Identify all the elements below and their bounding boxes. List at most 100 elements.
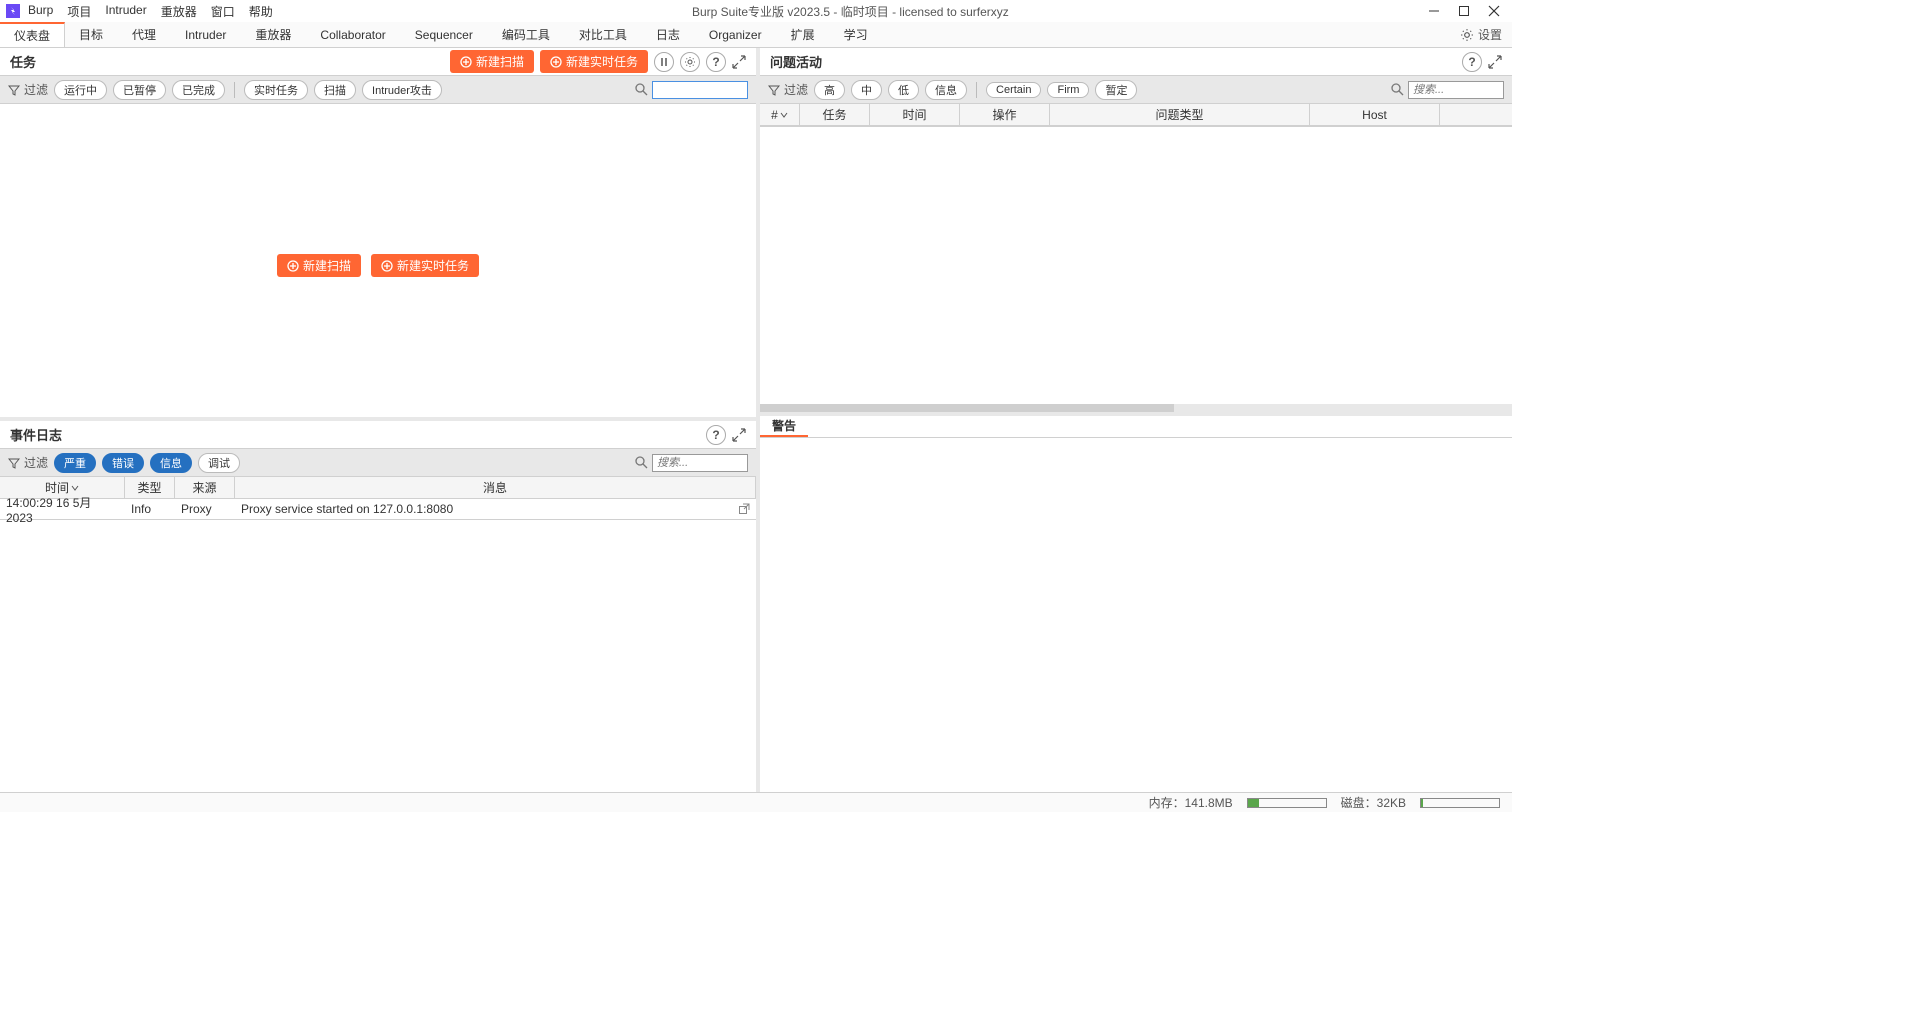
sort-desc-icon [71,484,79,492]
chip-debug[interactable]: 调试 [198,453,240,473]
event-log-search-input[interactable] [652,454,748,472]
col-host[interactable]: Host [1310,104,1440,125]
maximize-button[interactable] [1458,5,1470,17]
menu-repeater[interactable]: 重放器 [161,3,197,20]
settings-label: 设置 [1478,26,1502,43]
event-log-table: 时间 类型 来源 消息 14:00:29 16 5月 2023 Info Pro… [0,477,756,520]
menu-intruder[interactable]: Intruder [105,3,146,20]
app-icon [6,4,20,18]
col-time[interactable]: 时间 [870,104,960,125]
window-controls [1428,5,1506,17]
tasks-settings-button[interactable] [680,52,700,72]
tasks-filter-bar: 过滤 运行中 已暂停 已完成 实时任务 扫描 Intruder攻击 [0,76,756,104]
col-task[interactable]: 任务 [800,104,870,125]
chip-certain[interactable]: Certain [986,82,1041,98]
cell-message: Proxy service started on 127.0.0.1:8080 [235,502,756,516]
issues-search-input[interactable] [1408,81,1504,99]
plus-circle-icon [287,260,299,272]
mem-label: 内存：141.8MB [1149,794,1233,811]
chip-low[interactable]: 低 [888,80,919,100]
chip-paused[interactable]: 已暂停 [113,80,166,100]
tab-decoder[interactable]: 编码工具 [488,22,565,47]
plus-circle-icon [550,56,562,68]
tab-logger[interactable]: 日志 [642,22,695,47]
sort-desc-icon [780,111,788,119]
issues-help-button[interactable]: ? [1462,52,1482,72]
tasks-search-input[interactable] [652,81,748,99]
new-live-label: 新建实时任务 [397,257,469,274]
new-live-task-button-center[interactable]: 新建实时任务 [371,254,479,277]
event-log-filter-label[interactable]: 过滤 [8,454,48,471]
chip-live[interactable]: 实时任务 [244,80,308,100]
chip-medium[interactable]: 中 [851,80,882,100]
col-num[interactable]: # [760,104,800,125]
new-scan-label: 新建扫描 [476,53,524,70]
issues-hscrollbar[interactable] [760,404,1512,412]
new-live-task-button[interactable]: 新建实时任务 [540,50,648,73]
search-icon [1391,83,1404,96]
chip-tentative[interactable]: 暂定 [1095,80,1137,100]
tab-repeater[interactable]: 重放器 [241,22,306,47]
filter-icon [8,457,20,469]
popout-icon[interactable] [738,503,750,515]
issues-thead: # 任务 时间 操作 问题类型 Host [760,104,1512,126]
log-row[interactable]: 14:00:29 16 5月 2023 Info Proxy Proxy ser… [0,499,756,519]
chip-finished[interactable]: 已完成 [172,80,225,100]
tasks-expand-button[interactable] [732,55,746,69]
tab-learn[interactable]: 学习 [830,22,883,47]
chip-scan[interactable]: 扫描 [314,80,356,100]
new-scan-button-center[interactable]: 新建扫描 [277,254,361,277]
divider [976,82,977,98]
tasks-body: 新建扫描 新建实时任务 [0,104,756,417]
tab-sequencer[interactable]: Sequencer [401,22,488,47]
event-log-expand-button[interactable] [732,428,746,442]
col-message[interactable]: 消息 [235,477,756,498]
chip-critical[interactable]: 严重 [54,453,96,473]
settings-button[interactable]: 设置 [1450,22,1512,47]
chip-running[interactable]: 运行中 [54,80,107,100]
disk-gauge [1420,798,1500,808]
menu-bar: Burp 项目 Intruder 重放器 窗口 帮助 [28,3,273,20]
event-log-help-button[interactable]: ? [706,425,726,445]
minimize-button[interactable] [1428,5,1440,17]
issues-filter-label[interactable]: 过滤 [768,81,808,98]
new-scan-button[interactable]: 新建扫描 [450,50,534,73]
col-type[interactable]: 类型 [125,477,175,498]
advisory-tab-warning[interactable]: 警告 [760,416,808,437]
chip-firm[interactable]: Firm [1047,82,1089,98]
col-source[interactable]: 来源 [175,477,235,498]
filter-icon [8,84,20,96]
issues-expand-button[interactable] [1488,55,1502,69]
chip-high[interactable]: 高 [814,80,845,100]
menu-window[interactable]: 窗口 [211,3,235,20]
tab-proxy[interactable]: 代理 [118,22,171,47]
col-issue-type[interactable]: 问题类型 [1050,104,1310,125]
tab-comparer[interactable]: 对比工具 [565,22,642,47]
pause-all-button[interactable] [654,52,674,72]
advisory-panel: 警告 [760,412,1512,792]
tab-intruder[interactable]: Intruder [171,22,241,47]
search-icon [635,456,648,469]
menu-project[interactable]: 项目 [67,3,91,20]
tab-collaborator[interactable]: Collaborator [306,22,400,47]
chip-intruder-attack[interactable]: Intruder攻击 [362,80,442,100]
chip-error[interactable]: 错误 [102,453,144,473]
disk-label: 磁盘：32KB [1341,794,1406,811]
tab-dashboard[interactable]: 仪表盘 [0,22,65,47]
chip-info[interactable]: 信息 [925,80,967,100]
tab-target[interactable]: 目标 [65,22,118,47]
close-button[interactable] [1488,5,1500,17]
event-log-header: 事件日志 ? [0,421,756,449]
col-action[interactable]: 操作 [960,104,1050,125]
event-log-title: 事件日志 [10,425,706,444]
tasks-help-button[interactable]: ? [706,52,726,72]
menu-burp[interactable]: Burp [28,3,53,20]
tab-organizer[interactable]: Organizer [695,22,777,47]
issues-table: # 任务 时间 操作 问题类型 Host [760,104,1512,127]
tab-extensions[interactable]: 扩展 [777,22,830,47]
event-log-filter-bar: 过滤 严重 错误 信息 调试 [0,449,756,477]
chip-info[interactable]: 信息 [150,453,192,473]
menu-help[interactable]: 帮助 [249,3,273,20]
tasks-filter-label[interactable]: 过滤 [8,81,48,98]
titlebar: Burp 项目 Intruder 重放器 窗口 帮助 Burp Suite专业版… [0,0,1512,22]
